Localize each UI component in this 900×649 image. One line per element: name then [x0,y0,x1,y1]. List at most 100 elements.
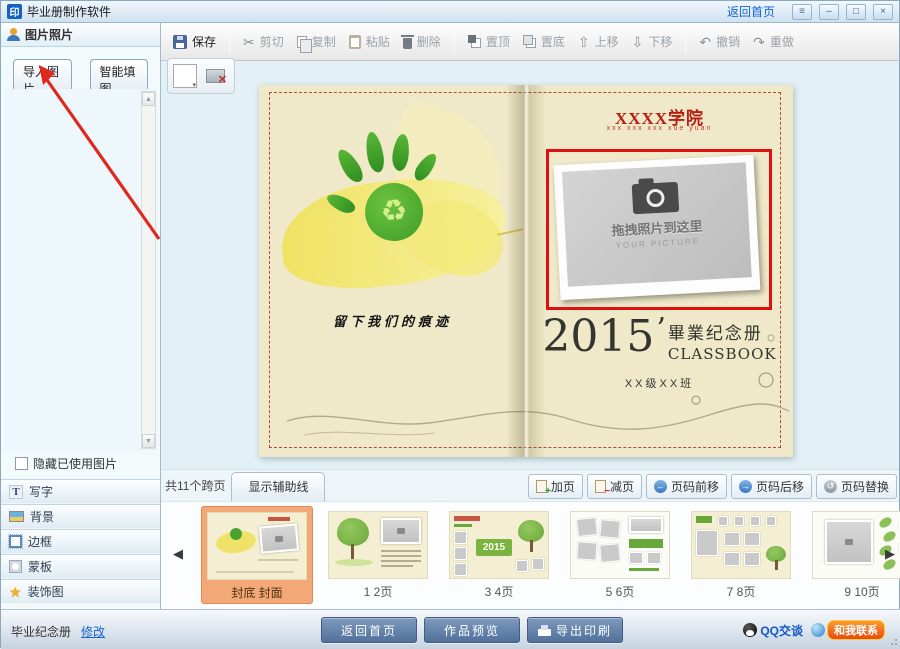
qq-penguin-icon [743,623,758,637]
thumbnail-preview[interactable] [691,511,791,579]
page-backward-button[interactable]: → 页码后移 [730,474,812,499]
save-icon [173,34,187,49]
spread-count-text: 共11个跨页 [165,479,226,493]
left-page-caption: 留下我们的痕迹 [332,315,452,330]
move-up-button[interactable]: ⇧ 上移 [578,33,619,50]
export-print-button[interactable]: 导出印刷 [527,617,623,643]
thumbnail-pages-1-2[interactable]: 1 2页 [322,506,434,604]
photo-placeholder-highlight[interactable]: 拖拽照片到这里 YOUR PICTURE [546,149,772,310]
thumbnail-label: 3 4页 [484,585,514,599]
add-page-button[interactable]: + 加页 [527,474,583,499]
maximize-button[interactable]: □ [846,3,866,20]
thumbnail-label: 封底 封面 [231,586,283,600]
sidebar-item-text[interactable]: T 写字 [1,479,160,504]
toolbar-separator [453,29,455,54]
show-guides-tab[interactable]: 显示辅助线 [231,472,326,501]
dropdown-icon: ▾ [192,82,196,89]
scroll-down-icon[interactable]: ▼ [142,434,155,448]
thumbnail-preview[interactable] [207,512,307,580]
send-to-back-button[interactable]: 置底 [522,33,565,50]
qq-chat-link[interactable]: QQ交谈 [743,622,803,639]
sidebar-item-border[interactable]: 边框 [1,529,160,554]
sidebar-item-label: 背景 [30,510,55,524]
swap-icon: ↺ [823,480,837,493]
book-spread[interactable]: ♻ 留下我们的痕迹 XXXX学院 xxx xxx xxx xue yuan 拖拽… [259,85,793,457]
thumbnail-label: 9 10页 [844,585,880,599]
year-text: 2015 [542,311,655,362]
toolbar-separator [685,29,687,54]
background-icon [9,511,24,522]
close-button[interactable]: × [873,3,893,20]
modify-link[interactable]: 修改 [81,623,105,640]
delete-label: 删除 [416,35,441,49]
scroll-left-icon[interactable]: ◀ [173,546,183,562]
return-home-link[interactable]: 返回首页 [727,3,775,20]
thumbnail-pages-3-4[interactable]: 2015 3 4页 [443,506,555,604]
page-right[interactable]: XXXX学院 xxx xxx xxx xue yuan 拖拽照片到这里 YOUR… [526,85,793,457]
arrow-right-icon: → [738,480,752,493]
thumbnail-pages-5-6[interactable]: 5 6页 [564,506,676,604]
sidebar-item-label: 蒙板 [28,560,53,574]
thumbnail-label: 1 2页 [363,585,393,599]
remove-image-button[interactable]: ✕ [202,64,228,88]
bring-front-icon [467,35,481,48]
messenger-icon [811,623,825,637]
star-icon: ★ [9,583,22,600]
album-title-en: CLASSBOOK [667,345,777,363]
sidebar-accordion: T 写字 背景 边框 蒙板 ★ 装饰图 [1,479,160,604]
thumbnail-cover[interactable]: 封底 封面 [201,506,313,604]
preview-button[interactable]: 作品预览 [424,617,520,643]
thumbnail-preview[interactable]: 2015 [449,511,549,579]
hide-used-checkbox-row[interactable]: 隐藏已使用图片 [15,455,117,472]
copy-button[interactable]: 复制 [296,33,336,53]
picture-list[interactable]: ▲ ▼ [4,89,158,451]
minimize-button[interactable]: – [819,3,839,20]
scroll-right-icon[interactable]: ▶ [885,546,895,562]
arrow-left-icon: ← [653,480,667,493]
picture-list-scrollbar[interactable]: ▲ ▼ [141,91,156,449]
contact-me-link[interactable]: 和我联系 [811,620,885,640]
delete-button[interactable]: 删除 [400,33,441,50]
move-up-label: 上移 [594,35,619,49]
sidebar-item-background[interactable]: 背景 [1,504,160,529]
scroll-up-icon[interactable]: ▲ [142,92,155,106]
green-handprint-art: ♻ [324,119,461,265]
page-left[interactable]: ♻ 留下我们的痕迹 [259,85,526,457]
page-background-button[interactable]: ▾ [173,64,197,89]
save-button[interactable]: 保存 [173,33,216,50]
resize-grip[interactable] [890,638,898,646]
sidebar-item-mask[interactable]: 蒙板 [1,554,160,579]
canvas-mini-toolbar: ▾ ✕ [167,58,235,94]
photo-drop-zone[interactable]: 拖拽照片到这里 YOUR PICTURE [561,162,752,287]
undo-button[interactable]: ↶ 撤销 [699,33,740,50]
photo-placeholder[interactable]: 拖拽照片到这里 YOUR PICTURE [553,154,761,301]
redo-button[interactable]: ↷ 重做 [753,33,794,50]
project-name: 毕业纪念册 [11,625,72,639]
paste-button[interactable]: 粘贴 [348,33,390,50]
page-swap-button[interactable]: ↺ 页码替换 [815,474,897,499]
thumbnail-preview[interactable] [570,511,670,579]
recycle-icon: ♻ [378,193,410,230]
app-logo-icon: 印 [7,4,22,19]
hide-used-checkbox[interactable] [15,457,28,470]
thumbnail-pages-7-8[interactable]: 7 8页 [685,506,797,604]
thumbnail-preview[interactable] [328,511,428,579]
thumbnail-preview[interactable] [812,511,900,579]
remove-page-button[interactable]: − 减页 [586,474,642,499]
page-forward-button[interactable]: ← 页码前移 [645,474,727,499]
move-down-button[interactable]: ⇩ 下移 [632,33,673,50]
skin-menu-button[interactable]: ≡ [792,3,812,20]
thumbnail-label: 7 8页 [726,585,756,599]
return-home-button[interactable]: 返回首页 [321,617,417,643]
bring-to-front-button[interactable]: 置顶 [467,33,510,50]
page-backward-label: 页码后移 [755,480,804,494]
page-forward-label: 页码前移 [670,480,719,494]
sidebar-item-decoration[interactable]: ★ 装饰图 [1,579,160,604]
design-canvas[interactable]: ♻ 留下我们的痕迹 XXXX学院 xxx xxx xxx xue yuan 拖拽… [161,61,899,469]
page-control-bar: 共11个跨页 显示辅助线 + 加页 − 减页 ← 页码前移 → 页码后移 ↺ 页… [161,469,899,501]
sidebar: 图片照片 导入图片 智能填图 ▲ ▼ 隐藏已使用图片 T 写字 背景 [1,23,161,609]
contact-me-label: 和我联系 [827,620,885,640]
cut-label: 剪切 [259,35,284,49]
cut-button[interactable]: ✂ 剪切 [243,33,284,50]
copy-icon [296,35,312,53]
